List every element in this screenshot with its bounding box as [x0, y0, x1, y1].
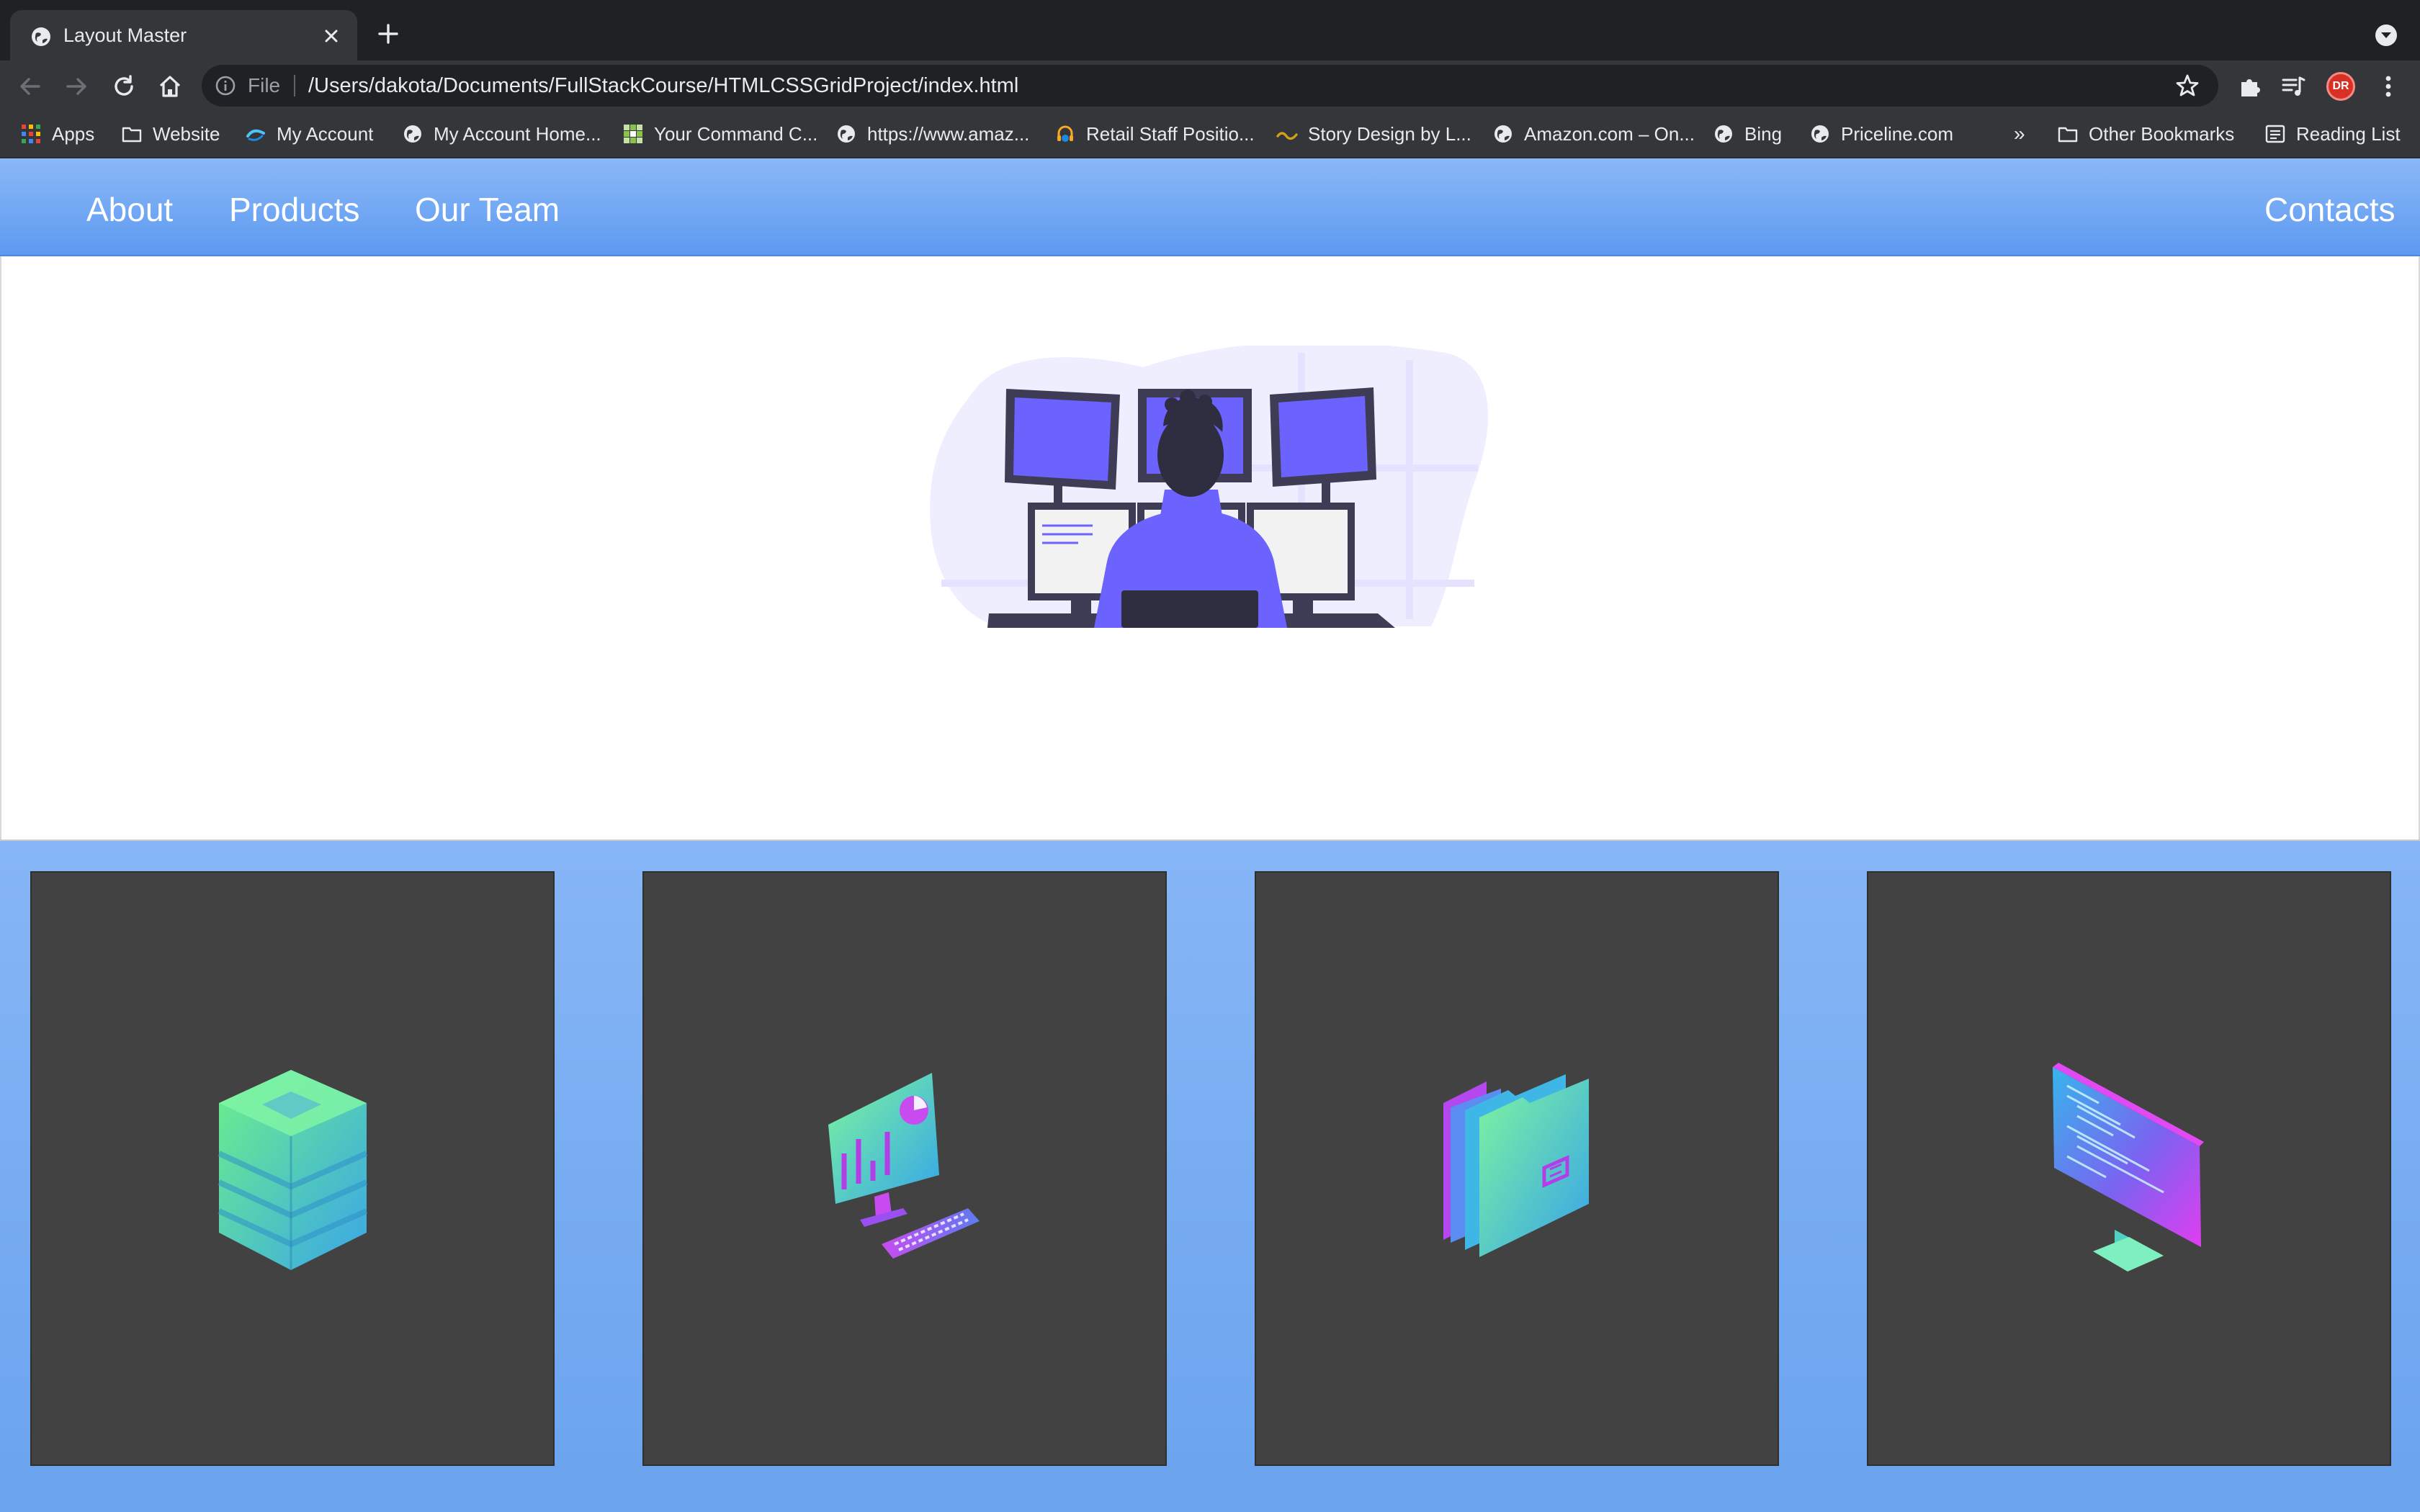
bookmarks-bar: Apps Website My Account My Account Home.… — [0, 111, 2420, 158]
url-separator — [294, 75, 295, 96]
nav-link-about[interactable]: About — [86, 190, 173, 229]
bookmark-label: Apps — [52, 122, 95, 145]
nav-link-contacts[interactable]: Contacts — [2264, 190, 2396, 229]
info-icon[interactable] — [215, 75, 236, 96]
reading-list-icon — [2265, 125, 2285, 143]
hero-section — [0, 256, 2420, 840]
globe-icon — [404, 125, 421, 143]
bookmark-label: Amazon.com – On... — [1524, 122, 1695, 145]
bookmark-label: https://www.amaz... — [867, 122, 1030, 145]
browser-tab-strip: Layout Master — [0, 0, 2420, 60]
extensions-puzzle-icon[interactable] — [2236, 72, 2264, 101]
profile-avatar[interactable]: DR — [2326, 72, 2355, 101]
nav-link-our-team[interactable]: Our Team — [415, 190, 560, 229]
headset-icon — [1057, 125, 1073, 142]
forward-arrow-icon[interactable] — [62, 72, 91, 101]
apps-grid-icon — [22, 125, 40, 143]
browser-tab-active[interactable]: Layout Master — [10, 10, 357, 60]
account-swirl-icon — [246, 129, 265, 141]
bookmark-amazon-online[interactable]: Amazon.com – On... — [1492, 121, 1695, 147]
checker-icon — [624, 125, 642, 143]
globe-icon — [1715, 125, 1732, 143]
reading-list-label: Reading List — [2296, 122, 2401, 145]
tab-search-icon[interactable] — [2374, 23, 2398, 48]
bookmark-other-bookmarks[interactable]: Other Bookmarks — [2057, 121, 2234, 147]
globe-icon — [838, 125, 855, 143]
folder-icon — [122, 127, 142, 143]
address-bar[interactable]: File /Users/dakota/Documents/FullStackCo… — [202, 65, 2218, 107]
page-viewport: About Products Our Team Contacts — [0, 158, 2420, 1512]
bookmark-label: Retail Staff Positio... — [1086, 122, 1255, 145]
bookmark-priceline[interactable]: Priceline.com — [1809, 121, 1953, 147]
bookmark-label: Priceline.com — [1841, 122, 1954, 145]
bookmark-label: Other Bookmarks — [2089, 122, 2235, 145]
bookmark-label: Website — [153, 122, 220, 145]
reading-list-button[interactable]: Reading List — [2264, 121, 2401, 147]
file-folders-icon — [1443, 1074, 1589, 1257]
site-nav-bar: About Products Our Team Contacts — [0, 158, 2420, 256]
bookmark-star-icon[interactable] — [2175, 73, 2200, 98]
feature-card-2[interactable] — [642, 871, 1167, 1466]
bookmark-website[interactable]: Website — [121, 121, 220, 147]
media-queue-icon[interactable] — [2279, 72, 2308, 101]
cards-section — [0, 840, 2420, 1512]
feature-card-1[interactable] — [30, 871, 555, 1466]
tab-title: Layout Master — [63, 24, 187, 46]
globe-icon — [1811, 125, 1829, 143]
hero-illustration — [930, 346, 1488, 628]
analytics-monitor-keyboard-icon — [828, 1073, 980, 1259]
close-tab-icon[interactable] — [320, 24, 343, 48]
home-icon[interactable] — [156, 72, 184, 101]
database-stack-icon — [218, 1070, 368, 1270]
bookmark-label: Bing — [1744, 122, 1783, 145]
folder-icon — [2058, 127, 2078, 143]
feature-card-4[interactable] — [1867, 871, 2391, 1466]
bookmark-label: My Account Home... — [434, 122, 601, 145]
bookmark-my-account-home[interactable]: My Account Home... — [402, 121, 601, 147]
globe-icon — [32, 27, 50, 46]
story-icon — [1276, 132, 1298, 140]
bookmark-retail-staff[interactable]: Retail Staff Positio... — [1054, 121, 1255, 147]
bookmark-command-center[interactable]: Your Command C... — [622, 121, 817, 147]
bookmark-apps[interactable]: Apps — [20, 121, 94, 147]
bookmark-amazon-url[interactable]: https://www.amaz... — [835, 121, 1029, 147]
globe-icon — [1494, 125, 1512, 143]
url-text[interactable]: /Users/dakota/Documents/FullStackCourse/… — [308, 73, 1018, 98]
menu-kebab-icon[interactable] — [2374, 72, 2403, 101]
bookmarks-overflow-chevron[interactable]: » — [2014, 121, 2025, 147]
bookmark-story-design[interactable]: Story Design by L... — [1276, 121, 1471, 147]
bookmark-bing[interactable]: Bing — [1713, 121, 1782, 147]
bookmark-my-account[interactable]: My Account — [245, 121, 373, 147]
url-scheme-label: File — [248, 74, 281, 96]
bookmark-label: Your Command C... — [654, 122, 818, 145]
bookmark-label: My Account — [277, 122, 374, 145]
bookmark-label: Story Design by L... — [1308, 122, 1471, 145]
code-monitor-icon — [2053, 1063, 2204, 1272]
back-arrow-icon[interactable] — [16, 72, 45, 101]
browser-toolbar: File /Users/dakota/Documents/FullStackCo… — [0, 60, 2420, 111]
feature-card-3[interactable] — [1255, 871, 1779, 1466]
nav-link-products[interactable]: Products — [229, 190, 360, 229]
reload-icon[interactable] — [109, 72, 138, 101]
new-tab-icon[interactable] — [376, 22, 400, 46]
